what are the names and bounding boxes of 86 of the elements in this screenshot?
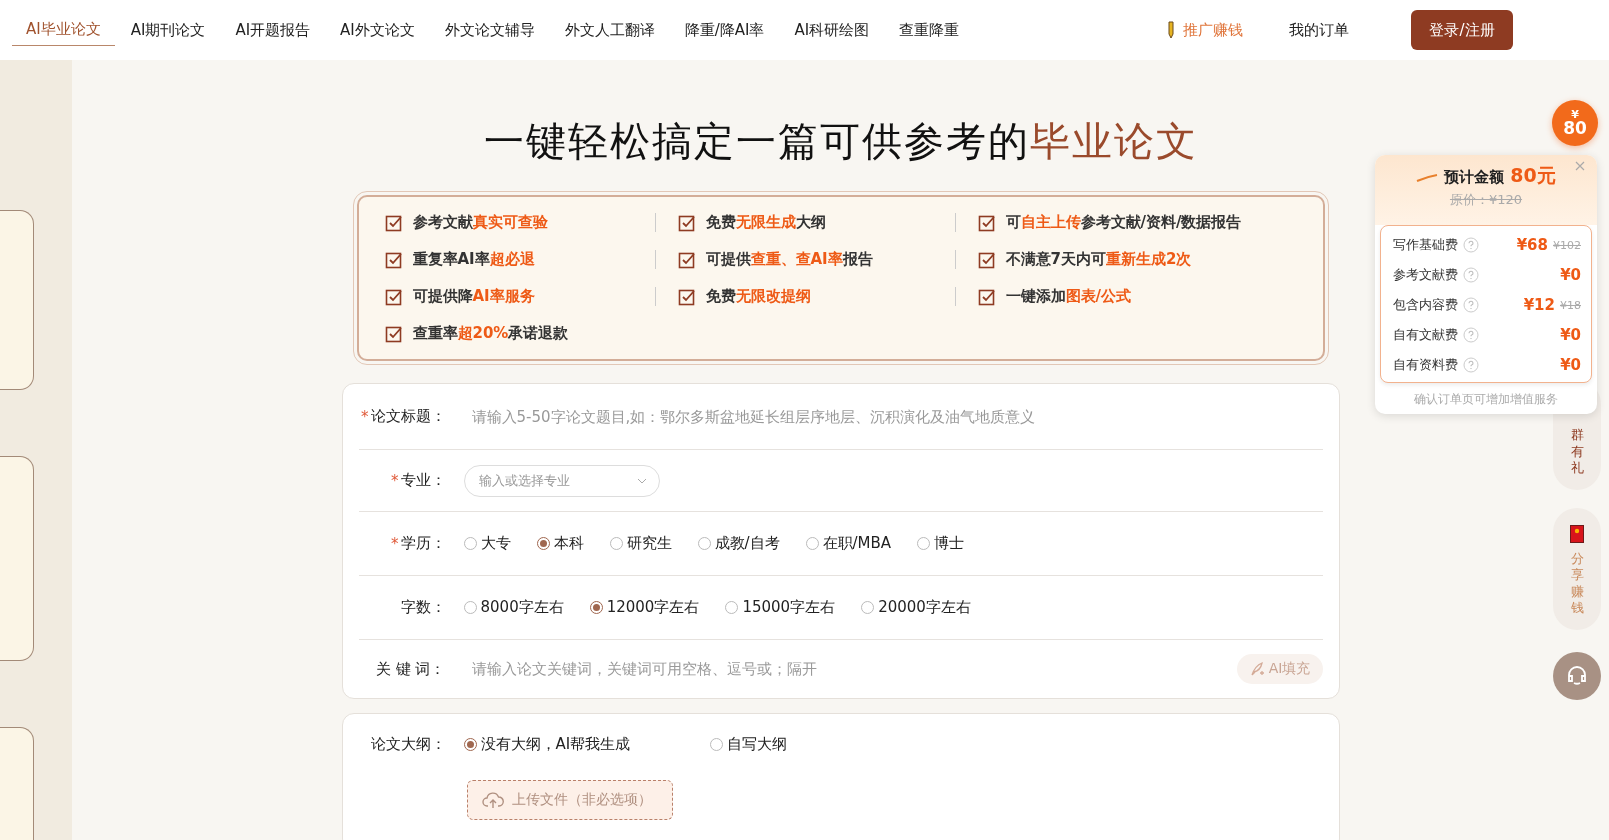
fee-price: ¥12 [1523, 296, 1555, 314]
checkbox-tick-icon [677, 213, 696, 232]
text-field[interactable]: 请输入5-50字论文题目,如：鄂尔多斯盆地延长组层序地层、沉积演化及油气地质意义 [463, 407, 1323, 426]
radio-option[interactable]: 8000字左右 [463, 598, 564, 617]
fee-label: 包含内容费 [1393, 296, 1458, 314]
feature-text: 免费无限改提纲 [705, 287, 811, 306]
checkbox-tick-icon [384, 287, 403, 306]
required-mark: * [391, 471, 399, 490]
checkbox-tick-icon [384, 213, 403, 232]
side-tab-label: 群有礼 [1570, 427, 1584, 476]
side-tab-label: 分享赚钱 [1570, 551, 1584, 616]
radio-option[interactable]: 本科 [536, 534, 584, 553]
feature-text: 免费无限生成大纲 [705, 213, 826, 232]
fee-label: 参考文献费 [1393, 266, 1458, 284]
question-icon[interactable] [1463, 237, 1479, 253]
fee-price: ¥0 [1560, 356, 1581, 374]
radio-option[interactable]: 博士 [917, 534, 965, 553]
chevron-down-icon [636, 477, 647, 484]
radio-option[interactable]: 12000字左右 [589, 598, 700, 617]
text-field[interactable]: 请输入论文关键词，关键词可用空格、逗号或；隔开 [463, 660, 1237, 678]
checkbox-tick-icon [977, 213, 996, 232]
nav-link[interactable]: 外文论文辅导 [430, 14, 549, 46]
feature-text: 可提供降AI率服务 [412, 287, 535, 306]
checkbox-tick-icon [384, 324, 403, 343]
cloud-upload-icon [481, 791, 504, 809]
radio-option[interactable]: 在职/MBA [805, 534, 892, 553]
fee-label: 写作基础费 [1393, 236, 1458, 254]
field-label: 论文标题： [370, 407, 446, 426]
radio-option[interactable]: 自写大纲 [710, 734, 788, 754]
feature-text: 可提供查重、查AI率报告 [705, 250, 873, 269]
estimate-amount: 80元 [1510, 163, 1556, 188]
page-title: 一键轻松搞定一篇可供参考的毕业论文 [483, 117, 1198, 166]
fee-label: 自有文献费 [1393, 326, 1458, 344]
checkbox-tick-icon [384, 250, 403, 269]
nav-link[interactable]: AI外文论文 [326, 14, 429, 46]
envelope-icon [1570, 525, 1584, 543]
fee-price: ¥0 [1560, 266, 1581, 284]
checkbox-tick-icon [977, 287, 996, 306]
field-label: 字数： [400, 598, 446, 617]
feature-text: 不满意7天内可重新生成2次 [1005, 250, 1192, 269]
question-icon[interactable] [1463, 267, 1479, 283]
nav-link[interactable]: AI期刊论文 [116, 14, 220, 46]
feature-text: 参考文献真实可查验 [412, 213, 548, 232]
nav-link[interactable]: 外文人工翻译 [550, 14, 669, 46]
radio-option[interactable]: 成教/自考 [697, 534, 780, 553]
original-price: 原价：¥120 [1449, 191, 1523, 209]
orders-link[interactable]: 我的订单 [1289, 20, 1349, 40]
checkbox-tick-icon [977, 250, 996, 269]
feature-text: 重复率AI率超必退 [412, 250, 535, 269]
headset-icon [1565, 664, 1589, 688]
field-label: 论文大纲： [370, 734, 446, 754]
radio-option[interactable]: 大专 [463, 534, 511, 553]
pencil-icon [1167, 21, 1175, 39]
field-label: 学历： [400, 534, 446, 553]
nav-link[interactable]: AI科研绘图 [780, 14, 884, 46]
login-button[interactable]: 登录/注册 [1411, 10, 1513, 50]
nav-link[interactable]: 查重降重 [885, 14, 974, 46]
feature-text: 一键添加图表/公式 [1005, 287, 1131, 306]
question-icon[interactable] [1463, 357, 1479, 373]
fee-price: ¥0 [1560, 326, 1581, 344]
radio-option[interactable]: 20000字左右 [861, 598, 971, 617]
brush-stroke-drawing [1416, 174, 1439, 182]
question-icon[interactable] [1463, 327, 1479, 343]
field-label: 专业： [400, 471, 446, 490]
checkbox-tick-icon [677, 287, 696, 306]
nav-link[interactable]: AI开题报告 [221, 14, 325, 46]
nav-link[interactable]: 降重/降AI率 [670, 14, 779, 46]
required-mark: * [391, 534, 399, 553]
radio-option[interactable]: 15000字左右 [725, 598, 836, 617]
fee-original-price: ¥102 [1553, 238, 1581, 252]
nav-link[interactable]: AI毕业论文 [12, 14, 115, 46]
checkbox-tick-icon [677, 250, 696, 269]
radio-option[interactable]: 没有大纲，AI帮我生成 [463, 734, 631, 754]
fee-label: 自有资料费 [1393, 356, 1458, 374]
feature-text: 可自主上传参考文献/资料/数据报告 [1005, 213, 1242, 232]
radio-option[interactable]: 研究生 [609, 534, 672, 553]
estimate-label: 预计金额 [1444, 168, 1505, 187]
required-mark: * [361, 407, 369, 426]
support-button[interactable] [1553, 652, 1601, 700]
field-label: 关 键 词： [375, 659, 446, 679]
fee-original-price: ¥18 [1560, 298, 1581, 312]
close-icon[interactable] [1575, 161, 1585, 171]
pen-icon [1248, 661, 1265, 677]
fee-price: ¥68 [1516, 236, 1548, 254]
feature-text: 查重率超20%承诺退款 [412, 324, 569, 343]
question-icon[interactable] [1463, 297, 1479, 313]
